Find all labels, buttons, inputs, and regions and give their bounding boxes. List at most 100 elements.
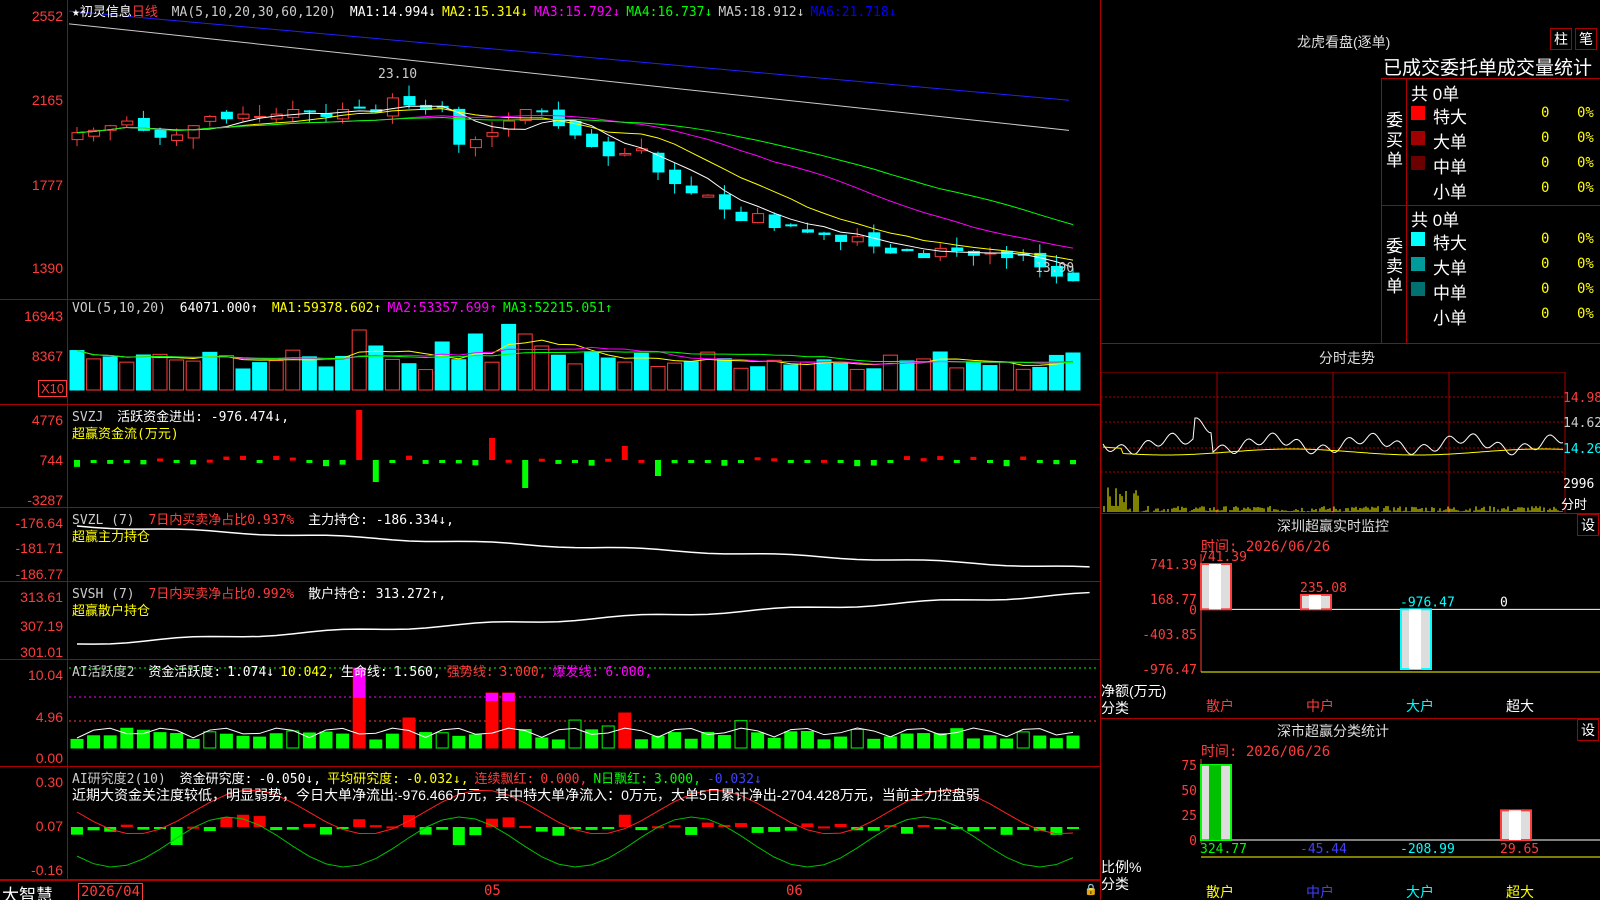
svsh-pane[interactable]: 313.61 307.19 301.01 SVSH (7) 7日内买卖净占比0.… <box>0 582 1100 660</box>
lock-icon[interactable]: 🔒 <box>1084 883 1098 896</box>
flow-bar <box>804 460 811 463</box>
y-label: 14.98 <box>1563 391 1600 406</box>
flow-bar <box>74 460 80 467</box>
flow-bar <box>937 456 944 460</box>
unit-badge[interactable]: X10 <box>38 380 68 397</box>
activity-bar <box>452 735 466 749</box>
svzj-pane[interactable]: 4776 744 -3287 SVZJ 活跃资金进出: -976.474↓, 超… <box>0 405 1100 508</box>
date-label[interactable]: 2026/04 <box>78 883 144 900</box>
category-label: 大户 <box>1406 698 1434 714</box>
order-count: 0 <box>1541 281 1550 297</box>
y-label: 10.04 <box>27 667 63 683</box>
activity-bar <box>651 735 665 749</box>
y-label: 313.61 <box>20 589 63 605</box>
flow-bar <box>522 460 529 488</box>
volume-bar <box>401 363 417 391</box>
candle-body <box>718 194 731 210</box>
color-swatch <box>1411 307 1425 321</box>
candle-body <box>552 109 565 127</box>
bar-value-label: 235.08 <box>1300 581 1347 596</box>
classify-chart[interactable]: 75 50 25 0324.77 散户 -45.44 中户 -208.99 大户 29.65 超大 <box>1101 719 1600 900</box>
candlestick-chart[interactable] <box>69 0 1099 299</box>
volume-bar <box>185 360 201 391</box>
flow-bar <box>721 460 728 466</box>
volume-bar <box>135 354 151 391</box>
classify-panel[interactable]: 深市超赢分类统计 设 时间: 2026/06/26 75 50 25 0 324.77 散… <box>1100 718 1600 900</box>
bar-value-label: -976.47 <box>1400 595 1455 610</box>
flow-bar <box>356 410 363 460</box>
color-swatch <box>1411 257 1425 271</box>
activity-bar <box>634 739 648 749</box>
y-label: 4.96 <box>35 709 63 725</box>
buy-side-label: 委买单 <box>1386 111 1403 170</box>
order-size-label: 小单 <box>1433 309 1467 328</box>
flow-bar <box>455 460 462 464</box>
svzl-pane[interactable]: -176.64 -181.71 -186.77 SVZL (7) 7日内买卖净占… <box>0 508 1100 582</box>
tick-mode-button[interactable]: 笔 <box>1575 28 1597 50</box>
monitor-panel[interactable]: 深圳超赢实时监控 设 时间: 2026/06/26 741.39 168.77 0-… <box>1100 513 1600 718</box>
y-label: -0.16 <box>31 862 63 878</box>
research-bar <box>353 819 366 827</box>
candle-body <box>619 152 632 156</box>
volume-bar <box>716 358 732 391</box>
ai-research-axis: 0.30 0.07 -0.16 <box>0 767 68 879</box>
stock-name[interactable]: ★初灵信息 <box>72 5 132 20</box>
intraday-chart[interactable] <box>1101 372 1567 514</box>
research-bar <box>635 827 648 831</box>
candle-body <box>237 113 250 119</box>
candle-body <box>220 111 233 120</box>
ai-active-pane[interactable]: 10.04 4.96 0.00 AI活跃度2 资金活跃度: 1.074↓ 10.04… <box>0 660 1100 767</box>
indicator-text: 1.074↓ <box>227 665 275 680</box>
trading-terminal: 2552 2165 1777 1390 ★初灵信息日线 MA(5,10,20,3… <box>0 0 1600 900</box>
monitor-chart[interactable]: 741.39168.770-403.85-976.47741.39散户235.0… <box>1101 514 1600 719</box>
order-count: 0 <box>1541 155 1550 171</box>
flow-bar <box>754 457 761 461</box>
indicator-text: 3.000, <box>499 665 547 680</box>
candle-body <box>918 253 931 259</box>
research-bar <box>801 823 814 827</box>
volume-bar <box>567 363 583 391</box>
volume-bar <box>169 359 185 391</box>
period-label[interactable]: 日线 <box>132 5 158 20</box>
price-pane[interactable]: 2552 2165 1777 1390 ★初灵信息日线 MA(5,10,20,3… <box>0 0 1100 300</box>
volume-bar <box>119 361 135 391</box>
ma-label: MA2: <box>387 301 419 316</box>
color-swatch <box>1411 282 1425 296</box>
activity-bar <box>219 733 233 749</box>
research-bar <box>735 823 747 827</box>
ma-value: 18.912↓ <box>749 5 805 20</box>
intraday-panel[interactable]: 分时走势 14.98 14.62 14.26 2996 分时 <box>1100 343 1600 514</box>
research-bar <box>917 824 930 827</box>
ai-research-pane[interactable]: 0.30 0.07 -0.16 AI研究度2(10) 资金研究度: -0.050↓… <box>0 767 1100 880</box>
candle-body <box>851 236 864 243</box>
flow-bar <box>389 460 396 463</box>
flow-bar <box>173 460 180 463</box>
bar-mode-button[interactable]: 柱 <box>1550 28 1572 50</box>
order-percent: 0% <box>1577 155 1594 171</box>
volume-pane[interactable]: 16943 8367 X10 VOL(5,10,20) 64071.000↑ M… <box>0 300 1100 405</box>
y-label: 301.01 <box>20 644 63 660</box>
ma-line <box>69 10 1070 101</box>
category-label: 大户 <box>1406 884 1434 900</box>
monitor-bar <box>1200 563 1232 611</box>
activity-bar <box>784 731 798 749</box>
flow-bar <box>771 458 778 462</box>
sell-rows: 共 0单 特大 0 0% 大单 0 0% 中单 0 0% 小单 0 0% <box>1406 205 1600 344</box>
ai-active-title: AI活跃度2 <box>72 665 135 680</box>
ma-value: 16.737↓ <box>657 5 713 20</box>
flow-bar <box>439 460 446 463</box>
research-bar <box>934 827 947 829</box>
dragon-panel: 龙虎看盘(逐单) 柱 笔 已成交委托单成交量统计 委买单 委卖单 共 0单 特大 0… <box>1100 0 1600 344</box>
order-percent: 0% <box>1577 130 1594 146</box>
y-label: 0 <box>1189 603 1197 618</box>
dragon-subtitle: 已成交委托单成交量统计 <box>1383 58 1593 79</box>
candle-body <box>1001 250 1014 259</box>
order-table: 委买单 委卖单 共 0单 特大 0 0% 大单 0 0% 中单 0 0% 小单 0 0% 共 0单 特大 0… <box>1381 78 1600 344</box>
flow-bar <box>256 460 263 463</box>
indicator-text: 强势线: <box>446 665 494 680</box>
volume-bar <box>833 362 849 391</box>
y-label: -181.71 <box>15 540 63 556</box>
y-label: 0.30 <box>35 774 63 790</box>
flow-bar <box>688 460 695 463</box>
flow-bar <box>273 455 280 460</box>
